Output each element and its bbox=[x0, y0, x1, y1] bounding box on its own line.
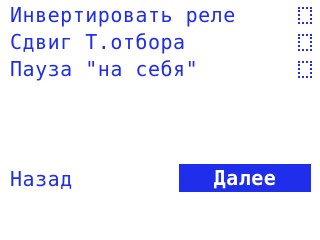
option-pause-self[interactable]: Пауза "на себя" bbox=[10, 58, 314, 80]
lcd-screen: Инвертировать реле Сдвиг Т.отбора Пауза … bbox=[0, 0, 320, 200]
invert-relay-checkbox[interactable] bbox=[298, 6, 312, 24]
option-label: Пауза "на себя" bbox=[10, 57, 199, 81]
option-shift-t-draw[interactable]: Сдвиг Т.отбора bbox=[10, 31, 314, 53]
option-label: Сдвиг Т.отбора bbox=[10, 30, 186, 54]
shift-t-draw-checkbox[interactable] bbox=[298, 33, 312, 51]
option-invert-relay[interactable]: Инвертировать реле bbox=[10, 4, 314, 26]
option-label: Инвертировать реле bbox=[10, 3, 236, 27]
back-button[interactable]: Назад bbox=[10, 168, 73, 190]
next-button-label: Далее bbox=[213, 166, 277, 190]
next-button[interactable]: Далее bbox=[179, 164, 311, 192]
pause-self-checkbox[interactable] bbox=[298, 60, 312, 78]
